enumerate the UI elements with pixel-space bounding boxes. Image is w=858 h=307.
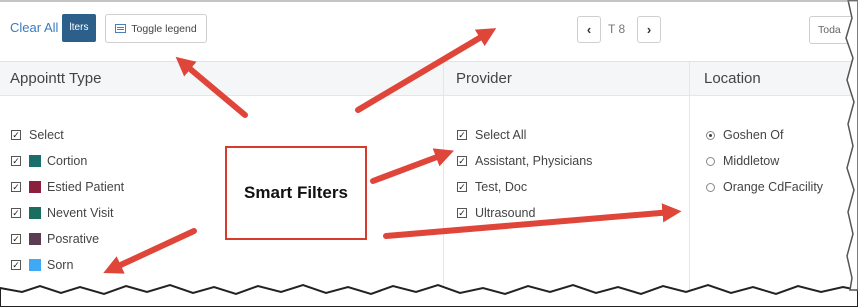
torn-edge-decoration [0, 0, 858, 307]
